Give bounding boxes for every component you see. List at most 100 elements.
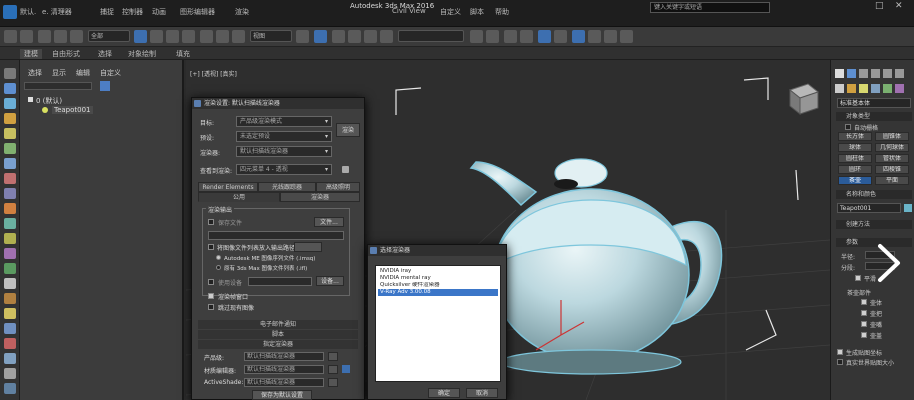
geosphere-button[interactable]: 几何球体 [875, 143, 909, 152]
selection-filter-dropdown[interactable]: 全部 [88, 30, 130, 42]
maximize-icon[interactable]: □ [875, 1, 884, 11]
lock-material-editor-icon[interactable] [342, 365, 350, 373]
reference-coordinate-dropdown[interactable]: 视图 [250, 30, 292, 42]
ribbon-tab-freeform[interactable]: 自由形式 [52, 49, 80, 59]
display-hidden-icon[interactable] [4, 263, 16, 274]
display-tab-icon[interactable] [883, 69, 892, 78]
curve-editor-icon[interactable] [520, 30, 533, 43]
display-cameras-icon[interactable] [4, 143, 16, 154]
close-icon[interactable]: ✕ [895, 1, 903, 11]
display-containers-icon[interactable] [4, 233, 16, 244]
tab-raytracer[interactable]: 光线跟踪器 [258, 182, 316, 192]
gen-mapping-checkbox[interactable] [837, 349, 843, 355]
ribbon-tab-populate[interactable]: 填充 [176, 49, 190, 59]
display-bones-icon[interactable] [4, 218, 16, 229]
display-helpers-icon[interactable] [4, 158, 16, 169]
menu-item-customize[interactable]: 自定义 [440, 7, 461, 17]
search-input[interactable]: 键入关键字或短语 [650, 2, 770, 13]
tube-button[interactable]: 管状体 [875, 154, 909, 163]
render-setup-icon[interactable] [572, 30, 585, 43]
rollout-email-notifications[interactable]: 电子邮件通知 [198, 320, 358, 329]
tab-renderer[interactable]: 渲染器 [280, 192, 360, 202]
put-image-list-checkbox[interactable] [208, 244, 214, 250]
rollout-object-type[interactable]: 对象类型 [836, 112, 912, 121]
scale-icon[interactable] [232, 30, 245, 43]
list-item-selected[interactable]: V-Ray Adv 3.00.08 [378, 289, 498, 296]
device-field[interactable] [248, 277, 312, 286]
menu-item-help[interactable]: 帮助 [495, 7, 509, 17]
object-color-swatch[interactable] [904, 204, 912, 212]
smooth-checkbox[interactable] [855, 275, 861, 281]
scene-explorer-filter-icon[interactable] [100, 81, 110, 91]
choose-dialog-title[interactable]: 选择渲染器 [368, 245, 506, 256]
named-selection-dropdown[interactable] [398, 30, 464, 42]
app-icon[interactable] [3, 5, 17, 19]
cancel-button[interactable]: 取消 [466, 388, 498, 398]
lights-icon[interactable] [859, 84, 868, 93]
render-button[interactable]: 渲染 [336, 123, 360, 137]
box-button[interactable]: 长方体 [838, 132, 872, 141]
motion-tab-icon[interactable] [871, 69, 880, 78]
preset-dropdown[interactable]: 未选定预设 [236, 131, 332, 142]
angle-snap-icon[interactable] [348, 30, 361, 43]
menu-item-graph-editors[interactable]: 图形编辑器 [180, 7, 215, 17]
list-item[interactable]: Quicksilver 硬件渲染器 [378, 282, 498, 289]
unlink-icon[interactable] [54, 30, 67, 43]
radio-imsq[interactable] [216, 255, 221, 260]
list-item[interactable]: NVIDIA iray [378, 268, 498, 275]
plane-button[interactable]: 平面 [875, 176, 909, 185]
spinner-snap-icon[interactable] [380, 30, 393, 43]
list-item[interactable]: NVIDIA mental ray [378, 275, 498, 282]
scene-explorer-tab-select[interactable]: 选择 [28, 68, 42, 78]
cameras-icon[interactable] [871, 84, 880, 93]
rotate-icon[interactable] [216, 30, 229, 43]
create-selection-icon[interactable] [4, 68, 16, 79]
tab-advanced-lighting[interactable]: 高级照明 [316, 182, 360, 192]
hierarchy-icon[interactable] [4, 383, 16, 394]
skip-existing-checkbox[interactable] [208, 304, 214, 310]
utilities-tab-icon[interactable] [895, 69, 904, 78]
save-as-defaults-button[interactable]: 保存为默认设置 [252, 390, 312, 400]
undo-icon[interactable] [4, 30, 17, 43]
save-file-checkbox[interactable] [208, 219, 214, 225]
ribbon-tab-selection[interactable]: 选择 [98, 49, 112, 59]
cylinder-button[interactable]: 圆柱体 [838, 154, 872, 163]
display-shapes-icon[interactable] [4, 113, 16, 124]
redo-icon[interactable] [20, 30, 33, 43]
teapot-object[interactable] [469, 158, 723, 375]
scene-explorer-tab-display[interactable]: 显示 [52, 68, 66, 78]
object-name-input[interactable]: Teapot001 [837, 203, 901, 213]
display-children-icon[interactable] [4, 308, 16, 319]
menu-item-rendering[interactable]: 渲染 [235, 7, 249, 17]
display-lights-icon[interactable] [4, 128, 16, 139]
move-icon[interactable] [200, 30, 213, 43]
percent-snap-icon[interactable] [364, 30, 377, 43]
mirror-icon[interactable] [470, 30, 483, 43]
rollout-name-color[interactable]: 名称和颜色 [836, 190, 912, 199]
layer-icon[interactable] [4, 368, 16, 379]
menu-item-snaps[interactable]: 捕捉 [100, 7, 114, 17]
create-now-button[interactable] [294, 242, 322, 252]
view-to-render-dropdown[interactable]: 四元菜单 4 - 透视 [236, 164, 332, 175]
pivot-center-icon[interactable] [296, 30, 309, 43]
display-geometry-icon[interactable] [4, 98, 16, 109]
spacewarps-icon[interactable] [895, 84, 904, 93]
scene-explorer-tab-edit[interactable]: 编辑 [76, 68, 90, 78]
scene-explorer-tab-customize[interactable]: 自定义 [100, 68, 121, 78]
rollout-scripts[interactable]: 脚本 [198, 330, 358, 339]
sync-selection-icon[interactable] [4, 353, 16, 364]
real-world-checkbox[interactable] [837, 359, 843, 365]
snap-toggle-icon[interactable] [332, 30, 345, 43]
window-crossing-icon[interactable] [182, 30, 195, 43]
rectangular-selection-icon[interactable] [166, 30, 179, 43]
display-all-icon[interactable] [4, 278, 16, 289]
material-editor-icon[interactable] [554, 30, 567, 43]
create-tab-icon[interactable] [835, 69, 844, 78]
select-object-icon[interactable] [134, 30, 147, 43]
use-device-checkbox[interactable] [208, 279, 214, 285]
lock-icon[interactable] [342, 166, 349, 173]
link-icon[interactable] [38, 30, 51, 43]
display-influences-icon[interactable] [4, 323, 16, 334]
torus-button[interactable]: 圆环 [838, 165, 872, 174]
align-icon[interactable] [486, 30, 499, 43]
